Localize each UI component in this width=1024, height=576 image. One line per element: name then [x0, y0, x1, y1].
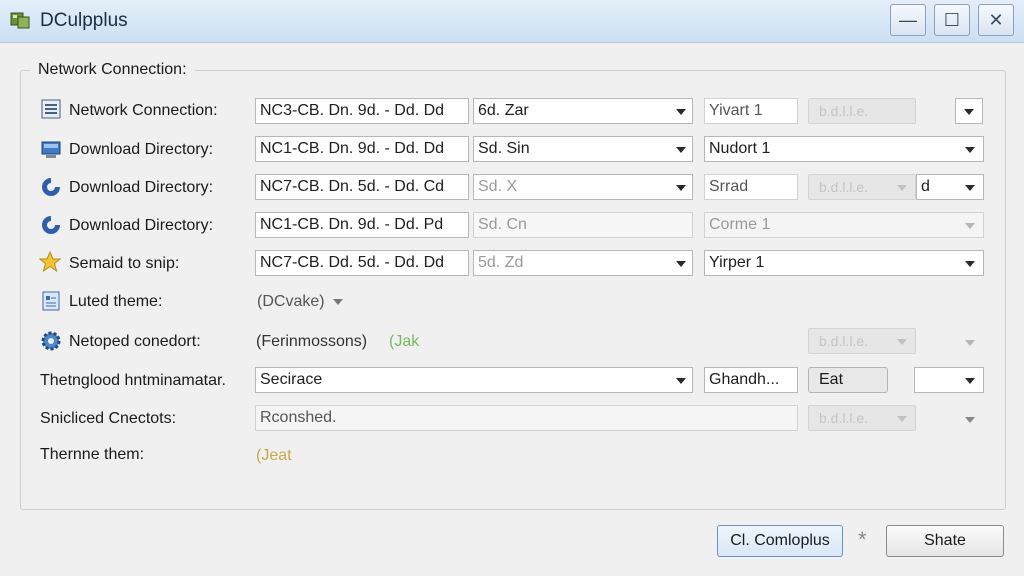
download-directory-3-combo-value: Sd. Cn — [478, 216, 527, 233]
row-label-netoped-conedort: Netoped conedort: — [69, 333, 201, 350]
chevron-down-icon — [333, 298, 344, 305]
thetnglood-small-combo[interactable] — [914, 367, 984, 393]
luted-theme-dropdown-value: (DCvake) — [257, 293, 325, 310]
chevron-down-icon — [676, 378, 686, 384]
minimize-icon: — — [899, 9, 917, 30]
download-directory-wide-combo[interactable]: Nudort 1 — [704, 136, 984, 162]
semaid-to-snip-wide-combo[interactable]: Yirper 1 — [704, 250, 984, 276]
download-directory-2-extra-field[interactable]: Srrad — [704, 174, 798, 200]
group-title: Network Connection: — [30, 61, 195, 79]
star-icon — [39, 251, 61, 273]
close-button[interactable]: ✕ — [978, 4, 1014, 36]
chevron-down-icon — [676, 147, 686, 153]
download-directory-2-combo[interactable]: Sd. X — [473, 174, 693, 200]
disabled-button-label: b.d.l.l.e. — [819, 103, 869, 119]
chevron-down-icon — [897, 416, 907, 422]
blue-circle-icon — [42, 216, 60, 234]
network-connection-small-combo[interactable] — [955, 98, 983, 124]
disabled-button-label: b.d.l.l.e. — [819, 179, 869, 195]
semaid-to-snip-combo-value: 5d. Zd — [478, 254, 524, 271]
chevron-down-icon — [965, 185, 975, 191]
network-connection-combo-value: 6d. Zar — [478, 102, 529, 119]
chevron-down-icon — [965, 340, 975, 346]
semaid-to-snip-combo[interactable]: 5d. Zd — [473, 250, 693, 276]
title-bar: DCulpplus — ☐ ✕ — [0, 0, 1024, 43]
network-connection-field[interactable]: NC3-CB. Dn. 9d. - Dd. Dd — [255, 98, 469, 124]
disabled-button-label: b.d.l.l.e. — [819, 410, 869, 426]
row-label-luted-theme: Luted theme: — [69, 293, 163, 310]
asterisk-icon: * — [858, 527, 867, 552]
chevron-down-icon — [676, 261, 686, 267]
row-label-thernne-them: Thernne them: — [40, 446, 145, 463]
blue-circle-icon — [42, 178, 60, 196]
network-list-icon — [41, 99, 61, 119]
disabled-dropdown-button: b.d.l.l.e. — [808, 174, 916, 200]
gear-icon — [41, 331, 61, 351]
download-directory-2-field[interactable]: NC7-CB. Dn. 5d. - Dd. Cd — [255, 174, 469, 200]
thernne-them-value: (Jeat — [256, 447, 292, 464]
netoped-conedort-value: (Ferinmossons) — [256, 333, 368, 350]
chevron-down-icon — [965, 417, 975, 423]
chevron-down-icon — [965, 378, 975, 384]
network-connection-combo[interactable]: 6d. Zar — [473, 98, 693, 124]
download-directory-wide-combo-value: Nudort 1 — [709, 140, 771, 157]
row-label-download-directory-3: Download Directory: — [69, 217, 214, 234]
maximize-icon: ☐ — [943, 9, 961, 30]
download-directory-3-field[interactable]: NC1-CB. Dn. 9d. - Dd. Pd — [255, 212, 469, 238]
close-icon: ✕ — [988, 9, 1004, 30]
maximize-button[interactable]: ☐ — [934, 4, 970, 36]
row-label-thetnglood: Thetnglood hntminamatar. — [40, 372, 226, 389]
row-label-network-connection: Network Connection: — [69, 102, 218, 119]
disabled-button: b.d.l.l.e. — [808, 98, 916, 124]
thetnglood-combo[interactable]: Secirace — [255, 367, 693, 393]
download-directory-combo[interactable]: Sd. Sin — [473, 136, 693, 162]
chevron-down-icon — [965, 147, 975, 153]
row-label-snicliced-cnectots: Snicliced Cnectots: — [40, 410, 177, 427]
disabled-button-label: b.d.l.l.e. — [819, 333, 869, 349]
minimize-button[interactable]: — — [890, 4, 926, 36]
row-label-download-directory-2: Download Directory: — [69, 179, 214, 196]
network-connection-extra-field[interactable]: Yivart 1 — [704, 98, 798, 124]
chevron-down-icon — [965, 261, 975, 267]
shate-button[interactable]: Shate — [886, 525, 1004, 557]
comloplus-button[interactable]: Cl. Comloplus — [717, 525, 843, 557]
luted-theme-dropdown[interactable]: (DCvake) — [257, 292, 344, 312]
chevron-down-icon — [897, 339, 907, 345]
download-directory-combo-value: Sd. Sin — [478, 140, 530, 157]
disabled-dropdown-button: b.d.l.l.e. — [808, 328, 916, 354]
app-icon — [10, 12, 30, 29]
semaid-to-snip-field[interactable]: NC7-CB. Dd. 5d. - Dd. Dd — [255, 250, 469, 276]
download-directory-3-wide-combo-value: Corme 1 — [709, 216, 771, 233]
document-icon — [42, 291, 60, 311]
chevron-down-icon — [676, 185, 686, 191]
disabled-dropdown-button: b.d.l.l.e. — [808, 405, 916, 431]
download-directory-field[interactable]: NC1-CB. Dn. 9d. - Dd. Dd — [255, 136, 469, 162]
eat-button[interactable]: Eat — [808, 367, 888, 393]
snicliced-cnectots-field[interactable]: Rconshed. — [255, 405, 798, 431]
row-label-download-directory: Download Directory: — [69, 141, 214, 158]
monitor-icon — [41, 141, 61, 158]
window-title: DCulpplus — [40, 10, 128, 31]
download-directory-3-combo[interactable]: Sd. Cn — [473, 212, 693, 238]
chevron-down-icon — [676, 109, 686, 115]
row-label-semaid-to-snip: Semaid to snip: — [69, 255, 180, 272]
download-directory-2-small-combo-value: d — [921, 178, 930, 195]
netoped-conedort-extra: (Jak — [389, 333, 420, 350]
chevron-down-icon — [964, 109, 974, 115]
chevron-down-icon — [897, 185, 907, 191]
thetnglood-combo-value: Secirace — [260, 371, 323, 388]
chevron-down-icon — [965, 223, 975, 229]
thetnglood-extra-field[interactable]: Ghandh... — [704, 367, 798, 393]
download-directory-2-combo-value: Sd. X — [478, 178, 518, 195]
download-directory-3-wide-combo[interactable]: Corme 1 — [704, 212, 984, 238]
download-directory-2-small-combo[interactable]: d — [916, 174, 984, 200]
semaid-to-snip-wide-combo-value: Yirper 1 — [709, 254, 765, 271]
